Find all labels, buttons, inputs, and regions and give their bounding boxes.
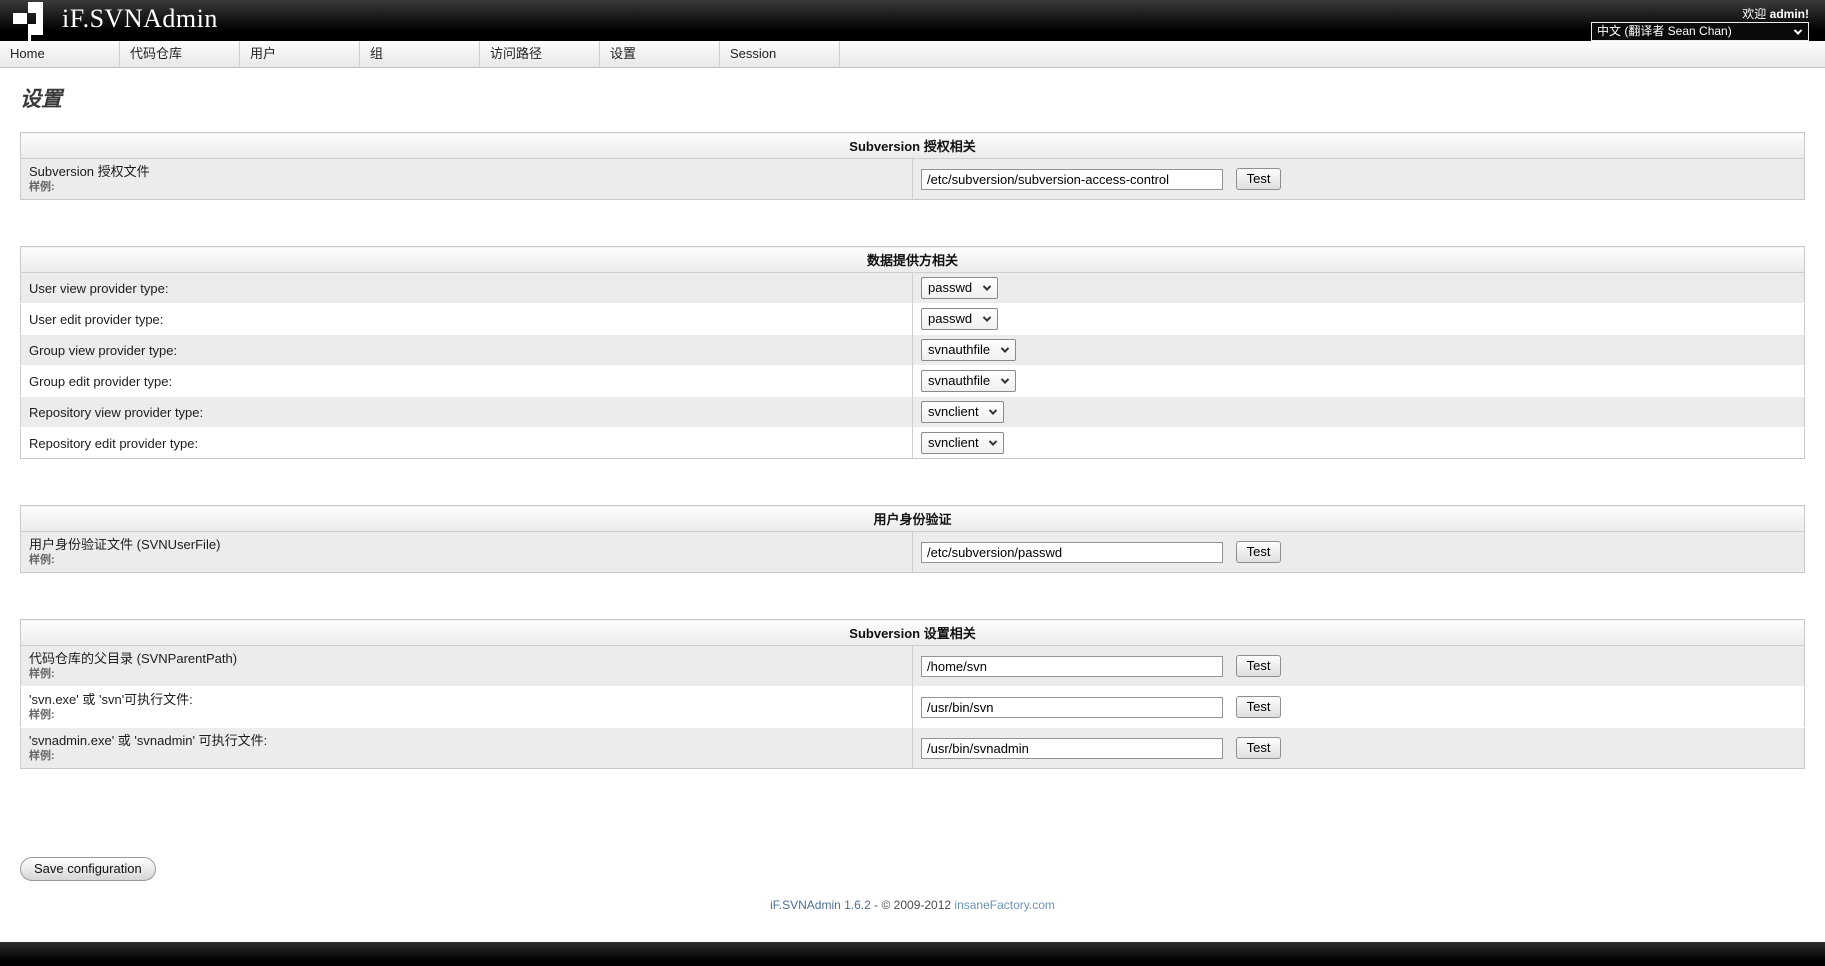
svn-executable-input[interactable] [921, 697, 1223, 718]
table-row: User edit provider type: passwd [21, 304, 1805, 335]
field-sublabel: 样例: [29, 708, 904, 723]
welcome-prefix: 欢迎 [1742, 7, 1766, 21]
field-label: Group view provider type: [29, 342, 904, 359]
tab-access-paths[interactable]: 访问路径 [480, 41, 600, 67]
bottom-bar [0, 942, 1825, 966]
welcome-username: admin! [1770, 7, 1809, 21]
field-label: User edit provider type: [29, 311, 904, 328]
svnadmin-executable-input[interactable] [921, 738, 1223, 759]
language-select[interactable]: 中文 (翻译者 Sean Chan) [1591, 22, 1809, 41]
table-row: User view provider type: passwd [21, 273, 1805, 304]
section-title: 用户身份验证 [21, 506, 1805, 532]
table-row: Group edit provider type: svnauthfile [21, 366, 1805, 397]
table-row: 用户身份验证文件 (SVNUserFile) 样例: Test [21, 532, 1805, 573]
test-button[interactable]: Test [1236, 655, 1282, 677]
field-label: 用户身份验证文件 (SVNUserFile) [29, 536, 904, 553]
field-label: Repository view provider type: [29, 404, 904, 421]
test-button[interactable]: Test [1236, 541, 1282, 563]
logo-square [13, 13, 27, 24]
table-row: Repository view provider type: svnclient [21, 397, 1805, 428]
field-sublabel: 样例: [29, 749, 904, 764]
welcome-text: 欢迎 admin! [1742, 5, 1809, 22]
section-user-authentication: 用户身份验证 用户身份验证文件 (SVNUserFile) 样例: Test [20, 505, 1805, 573]
save-configuration-button[interactable]: Save configuration [20, 857, 156, 881]
section-title: Subversion 授权相关 [21, 133, 1805, 159]
main-nav: Home 代码仓库 用户 组 访问路径 设置 Session [0, 41, 1825, 68]
logo-square [28, 24, 43, 35]
tab-users[interactable]: 用户 [240, 41, 360, 67]
field-label: Group edit provider type: [29, 373, 904, 390]
logo-square [36, 13, 43, 24]
field-sublabel: 样例: [29, 553, 904, 568]
tab-session[interactable]: Session [720, 41, 840, 67]
subversion-access-file-input[interactable] [921, 169, 1223, 190]
repository-view-provider-select[interactable]: svnclient [921, 401, 1004, 423]
table-row: Subversion 授权文件 样例: Test [21, 159, 1805, 200]
section-subversion-auth: Subversion 授权相关 Subversion 授权文件 样例: Test [20, 132, 1805, 200]
settings-page: 设置 Subversion 授权相关 Subversion 授权文件 样例: T… [0, 68, 1825, 942]
test-button[interactable]: Test [1236, 168, 1282, 190]
group-edit-provider-select[interactable]: svnauthfile [921, 370, 1016, 392]
tab-repositories[interactable]: 代码仓库 [120, 41, 240, 67]
section-subversion-settings: Subversion 设置相关 代码仓库的父目录 (SVNParentPath)… [20, 619, 1805, 769]
tab-groups[interactable]: 组 [360, 41, 480, 67]
page-title: 设置 [20, 83, 1805, 113]
field-sublabel: 样例: [29, 180, 904, 195]
top-header: iF.SVNAdmin 欢迎 admin! 中文 (翻译者 Sean Chan) [0, 0, 1825, 41]
table-row: 'svn.exe' 或 'svn'可执行文件: 样例: Test [21, 687, 1805, 728]
footer-separator: - [874, 898, 878, 912]
tab-settings[interactable]: 设置 [600, 41, 720, 67]
app-title: iF.SVNAdmin [62, 4, 218, 34]
footer-copyright: © 2009-2012 [882, 898, 952, 912]
section-data-providers: 数据提供方相关 User view provider type: passwd … [20, 246, 1805, 459]
field-label: Repository edit provider type: [29, 435, 904, 452]
repository-edit-provider-select[interactable]: svnclient [921, 432, 1004, 454]
field-label: User view provider type: [29, 280, 904, 297]
svn-parent-path-input[interactable] [921, 656, 1223, 677]
table-row: 'svnadmin.exe' 或 'svnadmin' 可执行文件: 样例: T… [21, 728, 1805, 769]
svn-user-file-input[interactable] [921, 542, 1223, 563]
field-label: Subversion 授权文件 [29, 163, 904, 180]
table-row: Group view provider type: svnauthfile [21, 335, 1805, 366]
table-row: 代码仓库的父目录 (SVNParentPath) 样例: Test [21, 646, 1805, 687]
table-row: Repository edit provider type: svnclient [21, 428, 1805, 459]
field-sublabel: 样例: [29, 667, 904, 682]
tab-home[interactable]: Home [0, 41, 120, 67]
field-label: 'svn.exe' 或 'svn'可执行文件: [29, 691, 904, 708]
field-label: 'svnadmin.exe' 或 'svnadmin' 可执行文件: [29, 732, 904, 749]
footer: iF.SVNAdmin 1.6.2 - © 2009-2012 insaneFa… [20, 898, 1805, 912]
section-title: 数据提供方相关 [21, 247, 1805, 273]
group-view-provider-select[interactable]: svnauthfile [921, 339, 1016, 361]
user-edit-provider-select[interactable]: passwd [921, 308, 998, 330]
logo-square [28, 35, 31, 44]
test-button[interactable]: Test [1236, 696, 1282, 718]
user-view-provider-select[interactable]: passwd [921, 277, 998, 299]
test-button[interactable]: Test [1236, 737, 1282, 759]
version-link[interactable]: iF.SVNAdmin 1.6.2 [770, 898, 871, 912]
section-title: Subversion 设置相关 [21, 620, 1805, 646]
logo-square [28, 2, 43, 13]
app-logo [13, 2, 43, 44]
site-link[interactable]: insaneFactory.com [954, 898, 1054, 912]
field-label: 代码仓库的父目录 (SVNParentPath) [29, 650, 904, 667]
